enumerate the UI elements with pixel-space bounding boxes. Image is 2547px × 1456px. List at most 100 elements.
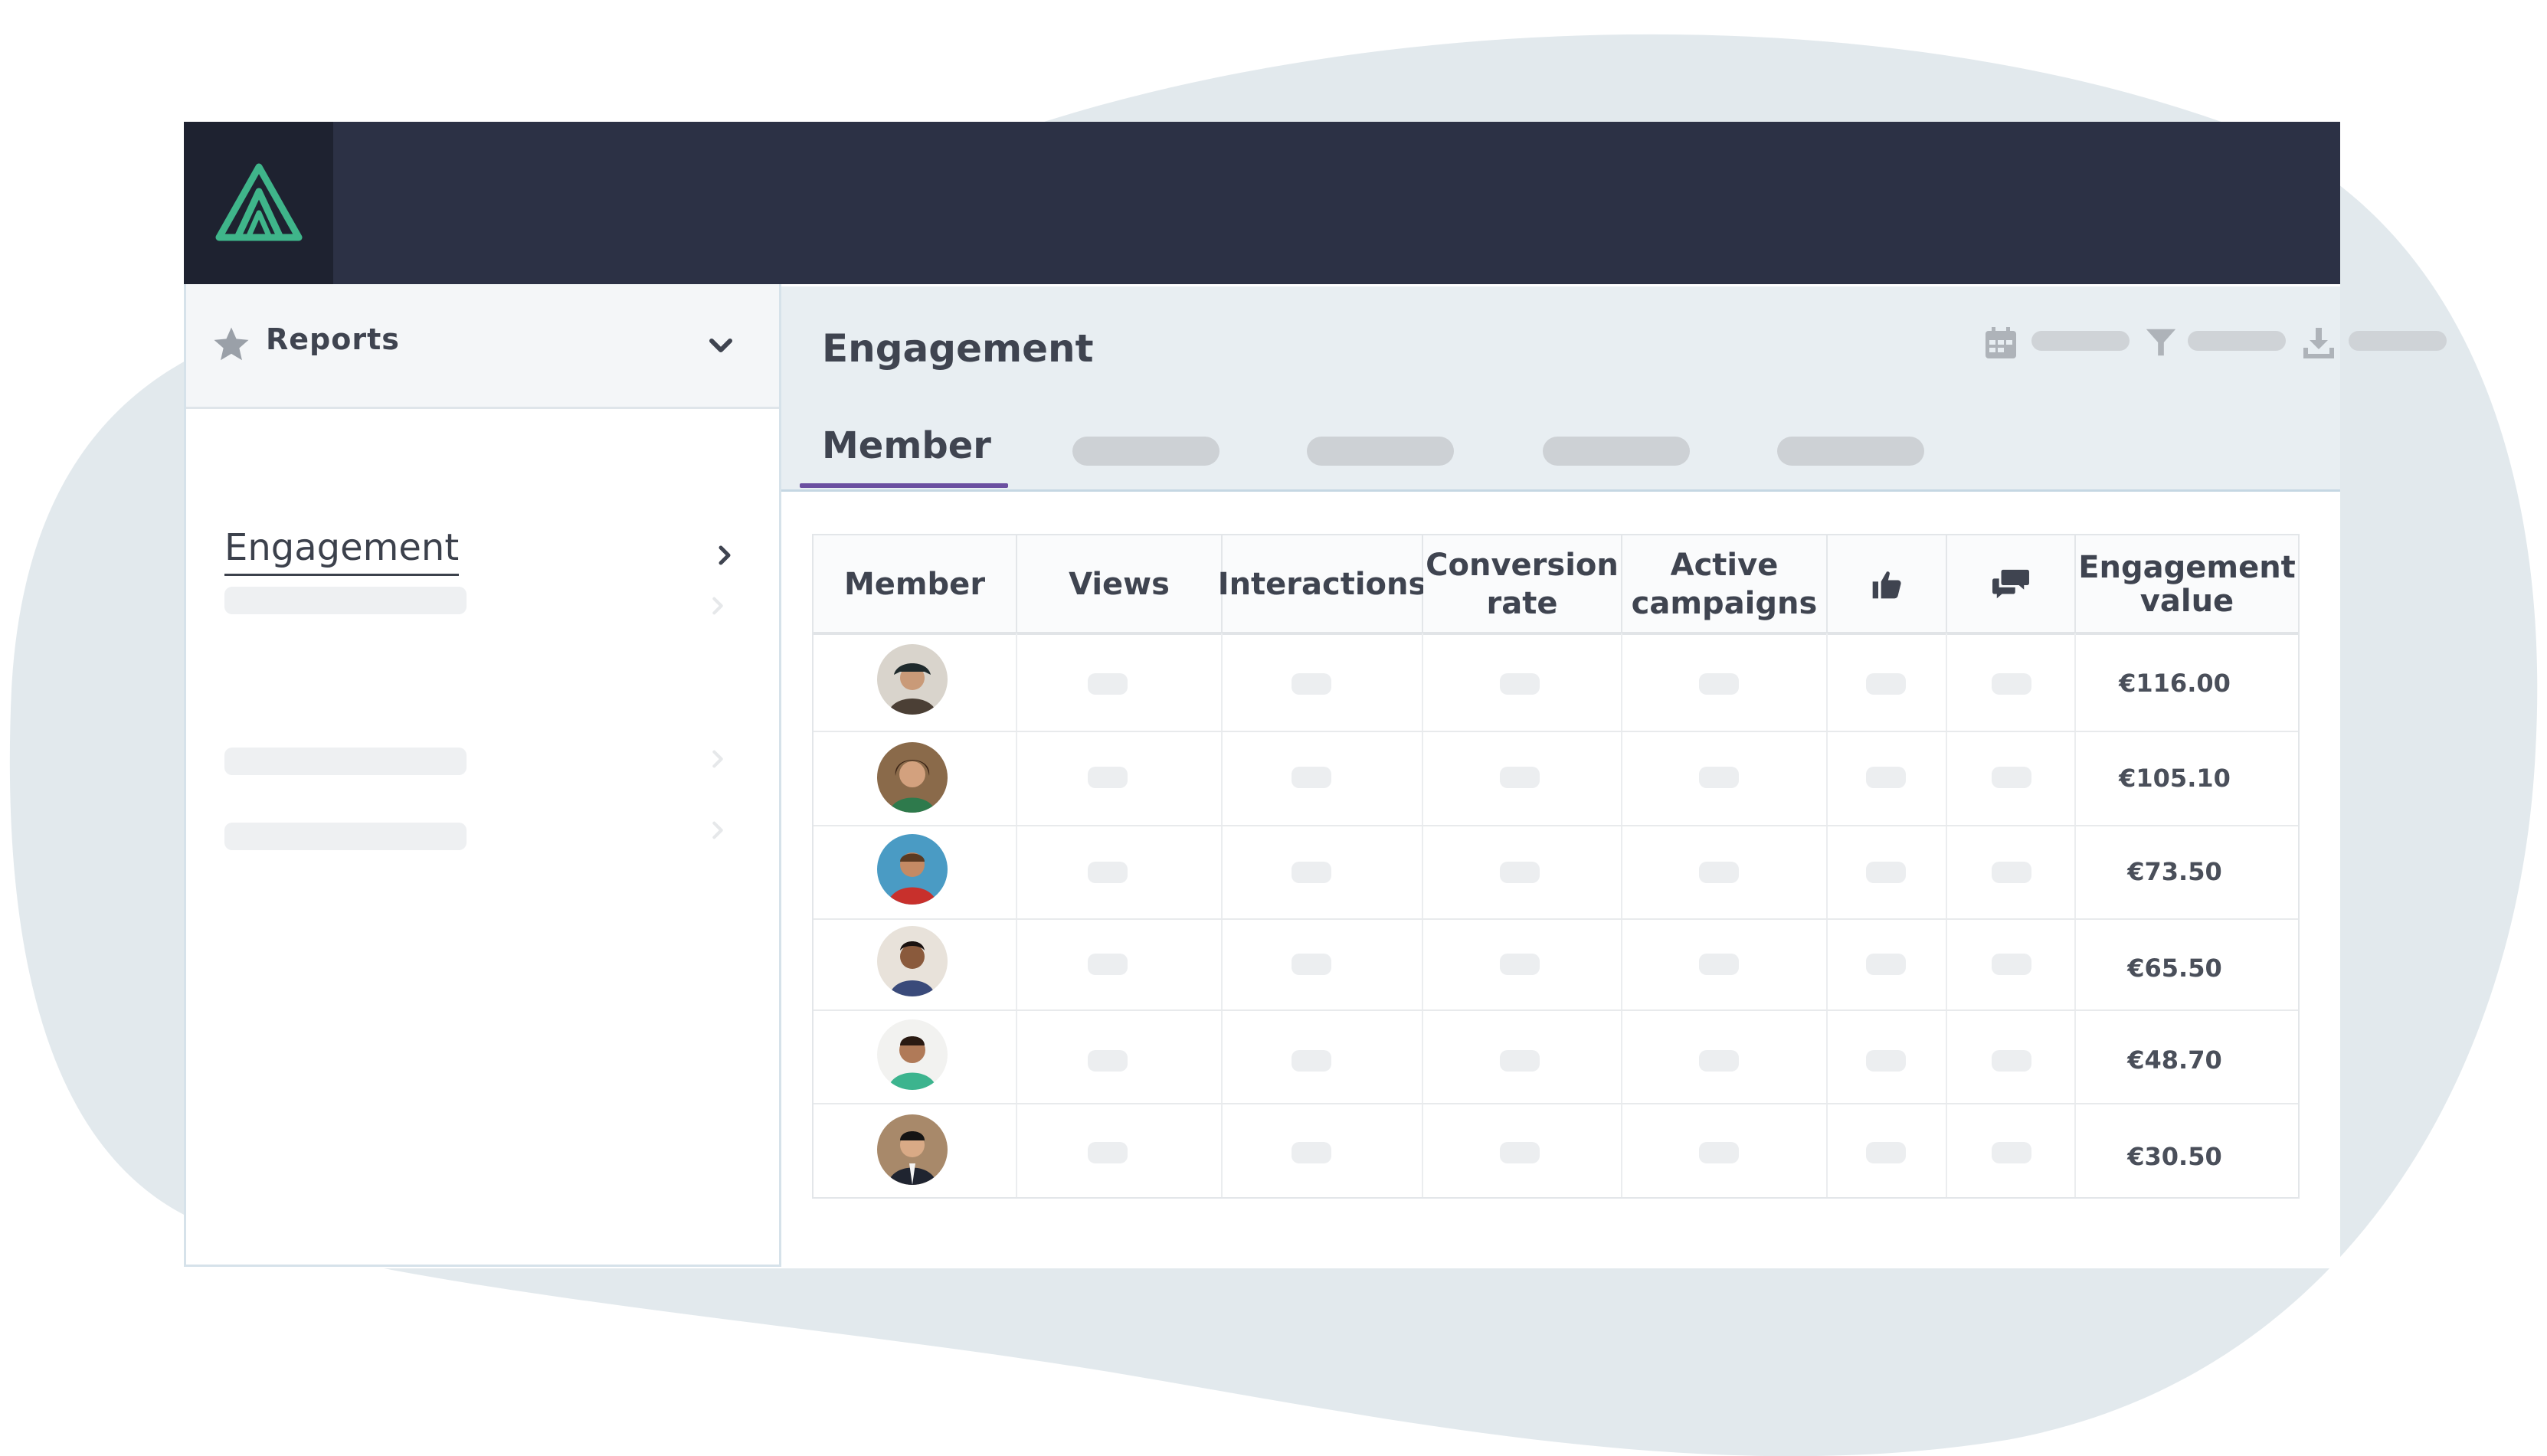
engagement-value: €116.00 <box>2119 669 2231 698</box>
interactions-placeholder <box>1292 862 1331 883</box>
logo-container[interactable] <box>184 122 333 284</box>
row-divider <box>814 918 2298 920</box>
column-header-member[interactable]: Member <box>814 535 1017 633</box>
download-placeholder[interactable] <box>2349 331 2447 351</box>
interactions-placeholder <box>1292 1050 1331 1072</box>
column-divider <box>1621 633 1622 1197</box>
likes-placeholder <box>1866 673 1906 695</box>
tab-member[interactable]: Member <box>822 424 991 467</box>
column-header-label: Active <box>1670 548 1779 583</box>
engagement-value: €65.50 <box>2127 954 2222 983</box>
tab-placeholder[interactable] <box>1543 437 1690 466</box>
conversion-placeholder <box>1500 767 1540 788</box>
avatar[interactable] <box>877 1114 948 1185</box>
reports-dropdown-header[interactable]: Reports <box>186 284 779 409</box>
interactions-placeholder <box>1292 767 1331 788</box>
sidebar-item-engagement[interactable]: Engagement <box>224 526 460 576</box>
views-placeholder <box>1088 862 1128 883</box>
tab-placeholder[interactable] <box>1072 437 1219 466</box>
comments-placeholder <box>1992 954 2031 975</box>
conversion-placeholder <box>1500 1050 1540 1072</box>
campaigns-placeholder <box>1699 1142 1739 1163</box>
engagement-value: €30.50 <box>2127 1142 2222 1171</box>
likes-placeholder <box>1866 767 1906 788</box>
column-divider <box>1221 633 1223 1197</box>
conversion-placeholder <box>1500 954 1540 975</box>
engagement-table: Member Views Interactions Conversion rat… <box>812 534 2300 1199</box>
avatar[interactable] <box>877 926 948 996</box>
tab-placeholder[interactable] <box>1777 437 1924 466</box>
download-icon[interactable] <box>2300 325 2338 362</box>
conversion-placeholder <box>1500 1142 1540 1163</box>
column-header-label: campaigns <box>1631 586 1818 621</box>
comments-placeholder <box>1992 1050 2031 1072</box>
filter-placeholder[interactable] <box>2188 331 2286 351</box>
engagement-value: €105.10 <box>2119 764 2231 793</box>
column-header-conversion-rate[interactable]: Conversion rate <box>1423 535 1622 633</box>
avatar[interactable] <box>877 644 948 715</box>
column-header-label: value <box>2139 584 2234 619</box>
campaigns-placeholder <box>1699 954 1739 975</box>
app-window: Reports Engagement Engagement Member Mem… <box>184 122 2447 1268</box>
top-navigation-bar <box>184 122 2340 284</box>
row-divider <box>814 1103 2298 1104</box>
column-header-label: Views <box>1069 567 1170 602</box>
calendar-icon[interactable] <box>1982 325 2019 362</box>
chevron-right-icon <box>719 545 731 565</box>
interactions-placeholder <box>1292 954 1331 975</box>
avatar[interactable] <box>877 742 948 813</box>
views-placeholder <box>1088 954 1128 975</box>
active-tab-indicator <box>800 483 1008 488</box>
campaigns-placeholder <box>1699 1050 1739 1072</box>
chevron-right-icon <box>712 750 723 768</box>
column-header-engagement-value[interactable]: Engagement value <box>2076 535 2298 633</box>
column-header-active-campaigns[interactable]: Active campaigns <box>1622 535 1828 633</box>
report-header: Engagement Member <box>781 286 2447 492</box>
likes-placeholder <box>1866 954 1906 975</box>
campaigns-placeholder <box>1699 862 1739 883</box>
thumbs-up-icon <box>1872 571 1901 599</box>
chevron-right-icon <box>712 597 723 615</box>
comments-icon <box>1992 569 2029 599</box>
tab-placeholder[interactable] <box>1307 437 1454 466</box>
chevron-down-icon[interactable] <box>707 332 735 359</box>
column-divider <box>1422 633 1423 1197</box>
column-divider <box>1946 633 1947 1197</box>
column-divider <box>1826 633 1828 1197</box>
column-header-likes[interactable] <box>1828 535 1947 633</box>
column-header-label: Member <box>843 567 986 602</box>
column-header-views[interactable]: Views <box>1017 535 1223 633</box>
column-header-comments[interactable] <box>1947 535 2076 633</box>
likes-placeholder <box>1866 1050 1906 1072</box>
avatar[interactable] <box>877 1019 948 1090</box>
campaigns-placeholder <box>1699 767 1739 788</box>
row-divider <box>814 825 2298 826</box>
views-placeholder <box>1088 767 1128 788</box>
interactions-placeholder <box>1292 1142 1331 1163</box>
sidebar-item-placeholder[interactable] <box>224 823 467 850</box>
campaigns-placeholder <box>1699 673 1739 695</box>
chevron-right-icon <box>712 821 723 839</box>
filter-icon[interactable] <box>2143 325 2179 360</box>
avatar[interactable] <box>877 834 948 905</box>
column-divider <box>1016 633 1017 1197</box>
conversion-placeholder <box>1500 673 1540 695</box>
comments-placeholder <box>1992 1142 2031 1163</box>
page-title: Engagement <box>822 326 1094 371</box>
date-range-placeholder[interactable] <box>2031 331 2130 351</box>
likes-placeholder <box>1866 1142 1906 1163</box>
comments-placeholder <box>1992 862 2031 883</box>
sidebar-item-placeholder[interactable] <box>224 587 467 614</box>
row-divider <box>814 1009 2298 1011</box>
column-header-label: Engagement <box>2078 550 2296 585</box>
views-placeholder <box>1088 1050 1128 1072</box>
conversion-placeholder <box>1500 862 1540 883</box>
column-header-label: rate <box>1486 586 1558 621</box>
reports-sidebar: Reports Engagement <box>184 284 781 1267</box>
comments-placeholder <box>1992 673 2031 695</box>
sidebar-item-placeholder[interactable] <box>224 748 467 775</box>
likes-placeholder <box>1866 862 1906 883</box>
column-header-interactions[interactable]: Interactions <box>1218 535 1426 633</box>
engagement-value: €73.50 <box>2127 857 2222 886</box>
views-placeholder <box>1088 673 1128 695</box>
